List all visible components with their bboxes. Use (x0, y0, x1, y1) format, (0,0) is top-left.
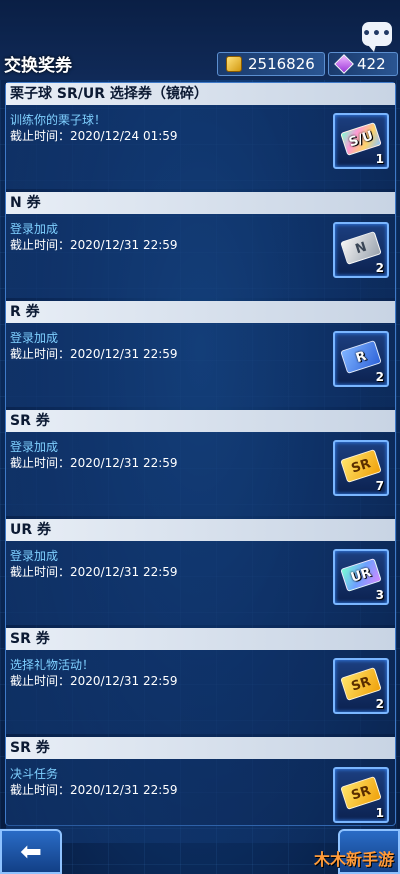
ticket-section: SR 券 决斗任务 截止时间：2020/12/31 22:59 SR 1 (6, 737, 395, 846)
event-name: 训练你的栗子球！ (10, 113, 107, 127)
event-name: 选择礼物活动！ (10, 658, 95, 672)
section-header: UR 券 (6, 519, 395, 541)
gem-counter: 422 (328, 52, 398, 76)
chat-icon-glyph: ••• (362, 26, 392, 42)
ticket-section: SR 券 选择礼物活动！ 截止时间：2020/12/31 22:59 SR 2 (6, 628, 395, 737)
event-name: 决斗任务 (10, 767, 59, 781)
back-arrow-icon: ⬅ (20, 836, 42, 867)
gem-amount: 422 (357, 55, 386, 73)
sr-ticket-icon: SR (340, 667, 382, 701)
ticket-count: 1 (375, 152, 384, 166)
section-header: SR 券 (6, 737, 395, 759)
chat-icon[interactable]: ••• (362, 22, 392, 52)
list-item: 登录加成 截止时间：2020/12/31 22:59 SR 7 (6, 432, 395, 516)
n-ticket-icon: N (340, 231, 382, 265)
dp-coin-icon (226, 56, 242, 72)
section-header: R 券 (6, 301, 395, 323)
ticket-button[interactable]: SR 7 (333, 440, 389, 496)
event-name: 登录加成 (10, 222, 59, 236)
ticket-section: 栗子球 SR/UR 选择券（镜碎） 训练你的栗子球！ 截止时间：2020/12/… (6, 83, 395, 192)
ticket-section: N 券 登录加成 截止时间：2020/12/31 22:59 N 2 (6, 192, 395, 301)
sr-ur-ticket-icon: S/U (340, 122, 382, 156)
ticket-list[interactable]: 栗子球 SR/UR 选择券（镜碎） 训练你的栗子球！ 截止时间：2020/12/… (5, 82, 396, 843)
list-item: 登录加成 截止时间：2020/12/31 22:59 N 2 (6, 214, 395, 298)
section-header: SR 券 (6, 628, 395, 650)
section-header: 栗子球 SR/UR 选择券（镜碎） (6, 83, 395, 105)
ticket-section: R 券 登录加成 截止时间：2020/12/31 22:59 R 2 (6, 301, 395, 410)
dp-amount: 2516826 (248, 55, 315, 73)
ticket-button[interactable]: UR 3 (333, 549, 389, 605)
deadline: 截止时间：2020/12/24 01:59 (10, 129, 178, 143)
deadline: 截止时间：2020/12/31 22:59 (10, 238, 178, 252)
event-name: 登录加成 (10, 440, 59, 454)
ticket-button[interactable]: S/U 1 (333, 113, 389, 169)
back-button[interactable]: ⬅ (0, 829, 62, 874)
deadline: 截止时间：2020/12/31 22:59 (10, 783, 178, 797)
ticket-count: 3 (375, 588, 384, 602)
ticket-count: 2 (375, 370, 384, 384)
ticket-button[interactable]: SR 2 (333, 658, 389, 714)
section-header: SR 券 (6, 410, 395, 432)
ticket-button[interactable]: R 2 (333, 331, 389, 387)
section-header: N 券 (6, 192, 395, 214)
watermark-logo: 木木新手游 (313, 850, 394, 869)
sr-ticket-icon: SR (340, 776, 382, 810)
deadline: 截止时间：2020/12/31 22:59 (10, 565, 178, 579)
deadline: 截止时间：2020/12/31 22:59 (10, 456, 178, 470)
event-name: 登录加成 (10, 549, 59, 563)
ticket-count: 7 (375, 479, 384, 493)
ticket-count: 1 (375, 806, 384, 820)
ticket-button[interactable]: SR 1 (333, 767, 389, 823)
list-item: 登录加成 截止时间：2020/12/31 22:59 R 2 (6, 323, 395, 407)
ticket-count: 2 (375, 261, 384, 275)
r-ticket-icon: R (340, 340, 382, 374)
gem-icon (334, 54, 354, 74)
ticket-section: UR 券 登录加成 截止时间：2020/12/31 22:59 UR 3 (6, 519, 395, 628)
list-item: 登录加成 截止时间：2020/12/31 22:59 UR 3 (6, 541, 395, 625)
top-bar: ••• 交换奖券 2516826 422 (0, 0, 400, 80)
page-title: 交换奖券 (4, 56, 72, 76)
sr-ticket-icon: SR (340, 449, 382, 483)
list-item: 决斗任务 截止时间：2020/12/31 22:59 SR 1 (6, 759, 395, 843)
list-item: 选择礼物活动！ 截止时间：2020/12/31 22:59 SR 2 (6, 650, 395, 734)
ur-ticket-icon: UR (340, 558, 382, 592)
ticket-section: SR 券 登录加成 截止时间：2020/12/31 22:59 SR 7 (6, 410, 395, 519)
event-name: 登录加成 (10, 331, 59, 345)
deadline: 截止时间：2020/12/31 22:59 (10, 347, 178, 361)
ticket-count: 2 (375, 697, 384, 711)
deadline: 截止时间：2020/12/31 22:59 (10, 674, 178, 688)
dp-counter: 2516826 (217, 52, 325, 76)
ticket-button[interactable]: N 2 (333, 222, 389, 278)
list-item: 训练你的栗子球！ 截止时间：2020/12/24 01:59 S/U 1 (6, 105, 395, 189)
